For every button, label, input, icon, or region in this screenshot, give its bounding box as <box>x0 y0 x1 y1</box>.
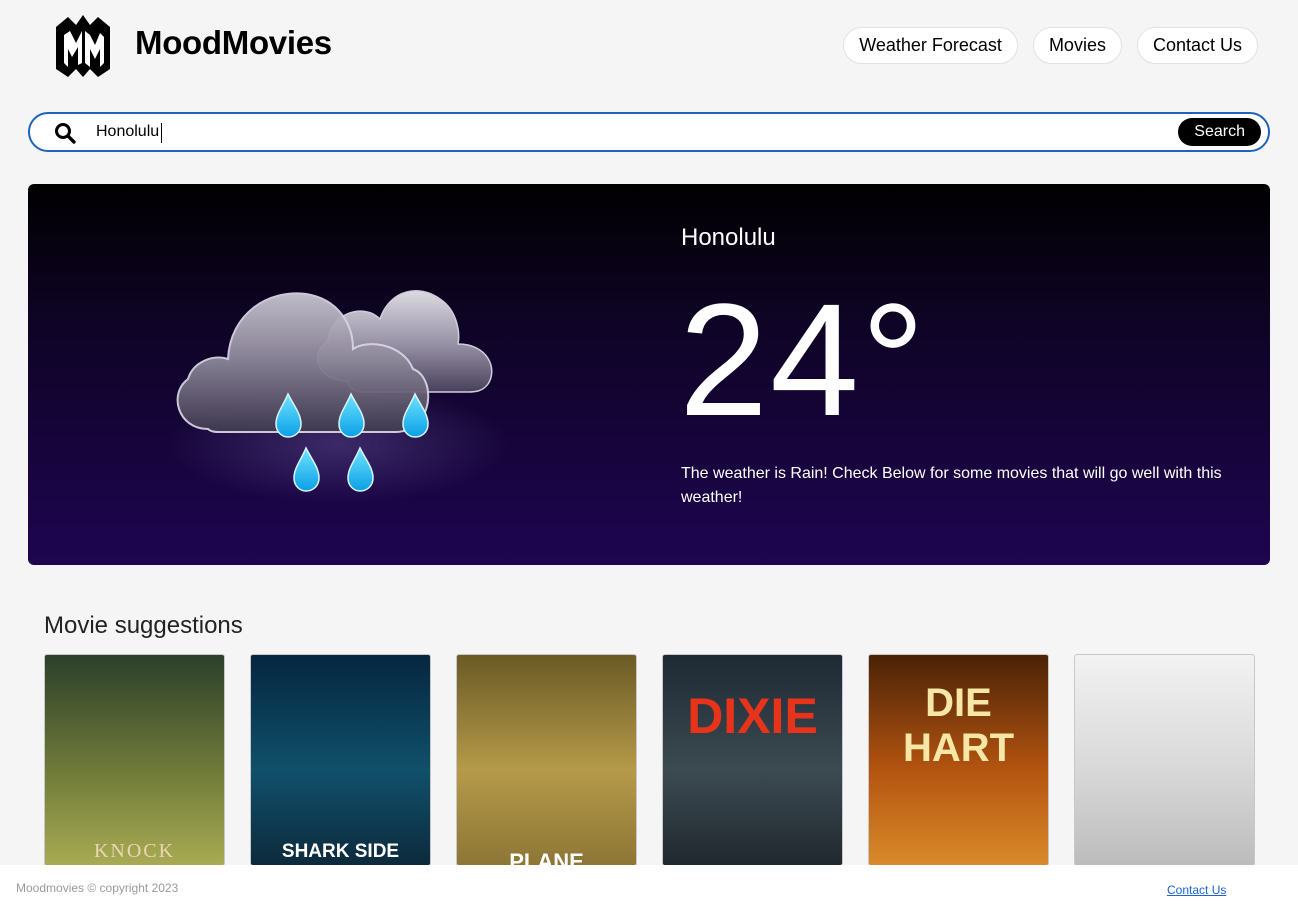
movie-poster-5[interactable]: DIE HART <box>868 654 1049 866</box>
weather-temperature: 24° <box>679 270 927 449</box>
weather-card: Honolulu 24° The weather is Rain! Check … <box>28 184 1270 565</box>
poster-title: DIXIE <box>687 688 818 744</box>
site-header: MoodMovies Weather Forecast Movies Conta… <box>0 0 1298 92</box>
search-input[interactable] <box>94 119 1164 145</box>
rain-cloud-icon <box>168 290 508 504</box>
mm-logo-icon[interactable] <box>54 13 112 77</box>
weather-description: The weather is Rain! Check Below for som… <box>681 465 1222 506</box>
movie-poster-4[interactable]: DIXIE <box>662 654 843 866</box>
search-icon[interactable] <box>54 122 76 144</box>
movie-list: KNOCK SHARK SIDE PLANE DIXIE DIE HART <box>44 654 1255 866</box>
search-bar: Search <box>28 112 1270 152</box>
poster-title: KNOCK <box>93 840 176 862</box>
movie-suggestions-title: Movie suggestions <box>44 612 243 639</box>
poster-title: SHARK SIDE <box>281 841 400 862</box>
movie-poster-1[interactable]: KNOCK <box>44 654 225 866</box>
nav-weather-forecast[interactable]: Weather Forecast <box>843 27 1018 64</box>
movie-poster-3[interactable]: PLANE <box>456 654 637 866</box>
nav-contact-us[interactable]: Contact Us <box>1136 27 1258 64</box>
copyright-text: Moodmovies © copyright 2023 <box>16 881 179 895</box>
search-button[interactable]: Search <box>1178 118 1261 146</box>
text-caret <box>161 123 162 143</box>
site-footer: Moodmovies © copyright 2023 Contact Us <box>0 865 1298 919</box>
movie-poster-6[interactable] <box>1074 654 1255 866</box>
poster-title: PLANE <box>509 849 584 866</box>
brand-name[interactable]: MoodMovies <box>135 24 332 62</box>
poster-title: DIE HART <box>902 681 1015 770</box>
weather-city: Honolulu <box>681 224 776 251</box>
footer-contact-link[interactable]: Contact Us <box>1167 883 1226 897</box>
main-nav: Weather Forecast Movies Contact Us <box>843 27 1258 64</box>
movie-poster-2[interactable]: SHARK SIDE <box>250 654 431 866</box>
nav-movies[interactable]: Movies <box>1032 27 1122 64</box>
